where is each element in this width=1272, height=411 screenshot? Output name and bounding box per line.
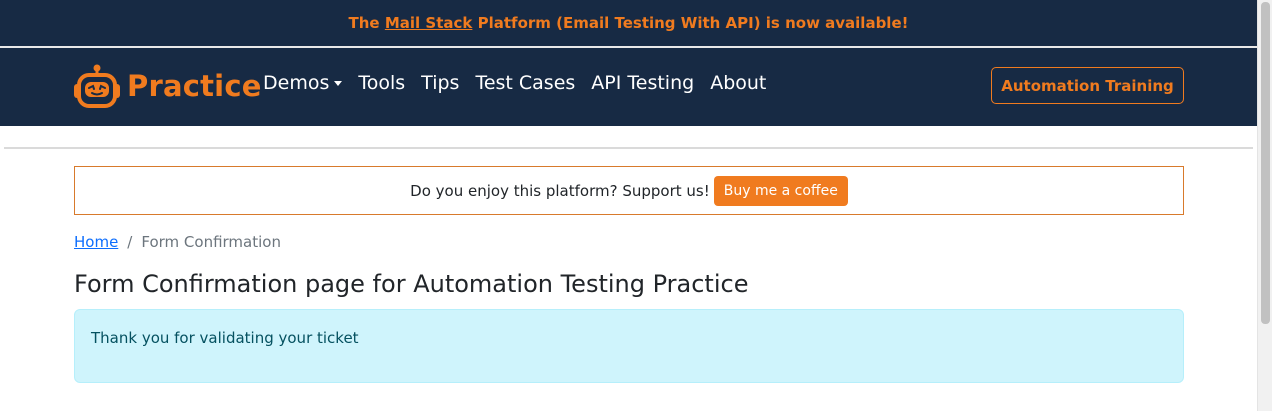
- nav-tools-link[interactable]: Tools: [358, 72, 405, 94]
- announcement-bar: The Mail Stack Platform (Email Testing W…: [0, 0, 1257, 48]
- nav-demos-dropdown[interactable]: Demos: [263, 72, 343, 94]
- automation-training-button[interactable]: Automation Training: [991, 67, 1184, 104]
- nav-api-testing-link[interactable]: API Testing: [591, 72, 694, 94]
- brand-link[interactable]: Practice: [73, 64, 262, 108]
- page: The Mail Stack Platform (Email Testing W…: [0, 0, 1257, 411]
- support-banner: Do you enjoy this platform? Support us! …: [74, 166, 1184, 215]
- nav-item-about: About: [710, 72, 766, 94]
- nav-item-api-testing: API Testing: [591, 72, 694, 94]
- scrollbar-thumb[interactable]: [1261, 2, 1270, 324]
- nav-about-link[interactable]: About: [710, 72, 766, 94]
- announcement-prefix: The: [348, 14, 380, 32]
- brand-name: Practice: [127, 69, 262, 103]
- announcement-suffix: Platform (Email Testing With API) is now…: [477, 14, 909, 32]
- nav-tips-link[interactable]: Tips: [421, 72, 459, 94]
- nav-item-test-cases: Test Cases: [475, 72, 575, 94]
- caret-down-icon: [334, 80, 343, 86]
- mail-stack-link[interactable]: Mail Stack: [385, 14, 473, 32]
- nav-test-cases-link[interactable]: Test Cases: [475, 72, 575, 94]
- vertical-scrollbar[interactable]: [1257, 0, 1272, 411]
- navbar: Practice Demos Tools Tips Test Cases API…: [0, 48, 1257, 126]
- nav-item-tips: Tips: [421, 72, 459, 94]
- nav-demos-label: Demos: [263, 72, 330, 94]
- breadcrumb: Home / Form Confirmation: [74, 233, 281, 251]
- nav-menu: Demos Tools Tips Test Cases API Testing …: [263, 72, 766, 94]
- page-title: Form Confirmation page for Automation Te…: [74, 270, 749, 298]
- support-text: Do you enjoy this platform? Support us!: [410, 181, 710, 200]
- breadcrumb-home-item: Home: [74, 233, 118, 251]
- confirmation-alert: Thank you for validating your ticket: [74, 309, 1184, 383]
- breadcrumb-current: Form Confirmation: [141, 233, 281, 251]
- breadcrumb-home-link[interactable]: Home: [74, 233, 118, 251]
- breadcrumb-separator: /: [127, 233, 133, 251]
- buy-coffee-button[interactable]: Buy me a coffee: [713, 175, 848, 206]
- nav-item-demos: Demos: [263, 72, 343, 94]
- nav-item-tools: Tools: [358, 72, 405, 94]
- divider: [4, 147, 1253, 149]
- robot-icon: [74, 64, 120, 108]
